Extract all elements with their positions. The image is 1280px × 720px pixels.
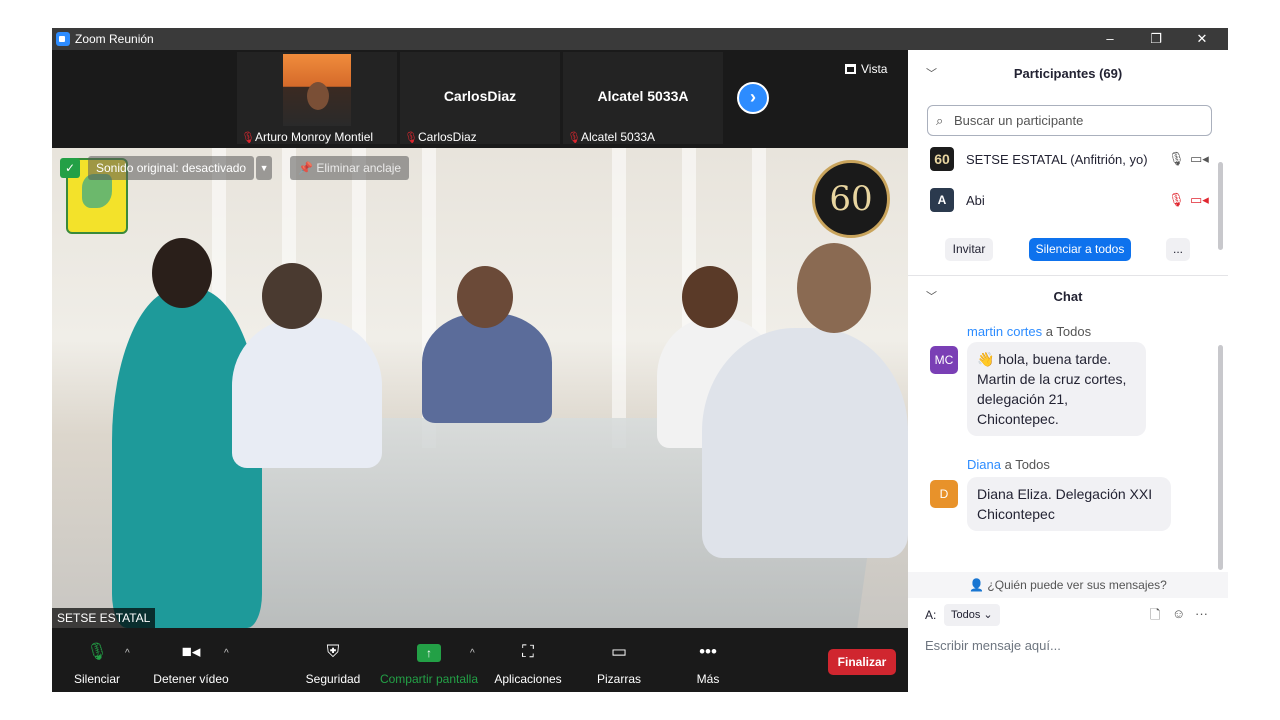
mute-all-button[interactable]: Silenciar a todos	[1029, 238, 1131, 261]
person-video	[422, 313, 552, 423]
chat-message: 👋 hola, buena tarde. Martin de la cruz c…	[967, 342, 1146, 436]
next-page-button[interactable]: ›	[737, 82, 769, 114]
ellipsis-icon: •••	[699, 642, 717, 661]
zoom-app-icon	[56, 32, 70, 46]
minimize-button[interactable]: –	[1087, 28, 1133, 50]
emoji-icon[interactable]: ☺	[1172, 606, 1185, 621]
view-label: Vista	[861, 62, 888, 76]
share-screen-button[interactable]: ↑ Compartir pantalla	[376, 628, 482, 692]
original-sound-button[interactable]: Sonido original: desactivado	[88, 156, 255, 180]
people-icon: 👤	[969, 578, 985, 592]
video-tile[interactable]: Alcatel 5033A 🎙Alcatel 5033A	[563, 52, 723, 144]
end-meeting-button[interactable]: Finalizar	[828, 649, 896, 675]
video-options-caret[interactable]: ^	[224, 648, 229, 659]
invite-button[interactable]: Invitar	[945, 238, 993, 261]
video-camera-icon[interactable]: ▭◂	[1190, 151, 1209, 167]
microphone-icon[interactable]: 🎙	[1168, 151, 1185, 167]
divider	[908, 275, 1228, 276]
search-icon: ⌕	[936, 113, 944, 128]
whiteboards-button[interactable]: ▭ Pizarras	[584, 628, 654, 692]
avatar: MC	[930, 346, 958, 374]
file-icon[interactable]: 🗋	[1150, 606, 1160, 628]
avatar: D	[930, 480, 958, 508]
shield-icon: ⛨	[326, 642, 340, 661]
person-video	[232, 318, 382, 468]
apps-button[interactable]: ⛶ Aplicaciones	[492, 628, 564, 692]
participants-scrollbar[interactable]	[1218, 162, 1223, 250]
recipient-label: A:	[925, 608, 937, 622]
close-button[interactable]: ✕	[1179, 28, 1225, 50]
participant-name: Abi	[966, 193, 985, 208]
grid-view-icon	[845, 64, 856, 74]
whiteboard-icon: ▭	[610, 642, 628, 661]
more-button[interactable]: ••• Más	[678, 628, 738, 692]
participant-row[interactable]: 60 SETSE ESTATAL (Anfitrión, yo) 🎙 ▭◂	[928, 145, 1214, 175]
video-camera-icon: ■◂	[181, 642, 201, 661]
pin-icon: 📌	[298, 161, 317, 175]
microphone-icon: 🎙	[86, 642, 108, 661]
audio-options-caret[interactable]: ^	[125, 648, 130, 659]
view-button[interactable]: Vista	[845, 60, 901, 80]
zoom-window: Zoom Reunión – ❐ ✕ 🎙Arturo Monroy Montie…	[52, 28, 1228, 692]
person-video	[702, 328, 908, 558]
sidebar-panel: ﹀ Participantes (69) ⌕ Buscar un partici…	[908, 50, 1228, 692]
search-placeholder: Buscar un participante	[954, 113, 1084, 128]
mute-button[interactable]: 🎙 Silenciar	[62, 628, 132, 692]
participant-search-input[interactable]: ⌕ Buscar un participante	[927, 105, 1212, 136]
unpin-button[interactable]: 📌 Eliminar anclaje	[290, 156, 410, 180]
stop-video-button[interactable]: ■◂ Detener vídeo	[148, 628, 234, 692]
share-screen-icon: ↑	[417, 642, 441, 662]
avatar: A	[930, 188, 954, 212]
participant-video-thumbnail	[283, 54, 351, 126]
restore-button[interactable]: ❐	[1133, 28, 1179, 50]
main-video[interactable]: 60 ✓ Sonido original: desactivado ▼ 📌 El…	[52, 148, 908, 628]
chat-sender-line: Diana a Todos	[967, 457, 1050, 472]
video-off-icon[interactable]: ▭◂	[1190, 192, 1209, 208]
chat-message: Diana Eliza. Delegación XXI Chicontepec	[967, 477, 1171, 531]
title-bar: Zoom Reunión – ❐ ✕	[52, 28, 1228, 50]
chat-header: ﹀ Chat	[908, 282, 1228, 312]
anniversary-badge: 60	[812, 160, 890, 238]
tile-name: CarlosDiaz	[443, 88, 517, 104]
shield-check-icon: ✓	[60, 158, 80, 178]
mic-muted-icon: 🎙	[404, 132, 418, 144]
tile-label: 🎙Alcatel 5033A	[567, 130, 656, 144]
video-overlay-controls: ✓ Sonido original: desactivado ▼ 📌 Elimi…	[60, 156, 410, 180]
participant-name: SETSE ESTATAL (Anfitrión, yo)	[966, 152, 1148, 167]
chevron-down-icon: ⌄	[983, 609, 993, 621]
chevron-down-icon[interactable]: ﹀	[926, 59, 937, 89]
chat-sender-line: martin cortes a Todos	[967, 324, 1092, 339]
video-tile[interactable]: CarlosDiaz 🎙CarlosDiaz	[400, 52, 560, 144]
security-button[interactable]: ⛨ Seguridad	[298, 628, 368, 692]
tile-name: Alcatel 5033A	[597, 88, 689, 104]
chat-message-input[interactable]	[925, 634, 1215, 656]
participant-row[interactable]: A Abi 🎙 ▭◂	[928, 186, 1214, 216]
participant-strip: 🎙Arturo Monroy Montiel CarlosDiaz 🎙Carlo…	[52, 50, 908, 148]
speaker-name-label: SETSE ESTATAL	[52, 608, 156, 628]
apps-icon: ⛶	[522, 642, 534, 661]
tile-label: 🎙Arturo Monroy Montiel	[241, 130, 374, 144]
chevron-down-icon[interactable]: ▼	[256, 156, 273, 180]
meeting-toolbar: 🎙 Silenciar ^ ■◂ Detener vídeo ^ ⛨ Segur…	[52, 628, 908, 692]
mic-muted-icon: 🎙	[241, 132, 255, 144]
mic-muted-icon[interactable]: 🎙	[1168, 192, 1185, 208]
mic-muted-icon: 🎙	[567, 132, 581, 144]
tile-label: 🎙CarlosDiaz	[404, 130, 477, 144]
participants-header: ﹀ Participantes (69)	[908, 59, 1228, 89]
chevron-down-icon[interactable]: ﹀	[926, 282, 937, 312]
avatar: 60	[930, 147, 954, 171]
video-area: 🎙Arturo Monroy Montiel CarlosDiaz 🎙Carlo…	[52, 50, 908, 692]
ellipsis-icon[interactable]: ···	[1195, 606, 1208, 621]
chevron-right-icon: ›	[750, 87, 756, 107]
more-options-button[interactable]: ...	[1166, 238, 1190, 261]
window-title: Zoom Reunión	[75, 32, 154, 46]
share-options-caret[interactable]: ^	[470, 648, 475, 659]
recipient-select[interactable]: Todos ⌄	[944, 604, 1000, 626]
who-can-see-messages[interactable]: 👤 ¿Quién puede ver sus mensajes?	[908, 572, 1228, 598]
video-tile[interactable]: 🎙Arturo Monroy Montiel	[237, 52, 397, 144]
chat-scrollbar[interactable]	[1218, 345, 1223, 570]
